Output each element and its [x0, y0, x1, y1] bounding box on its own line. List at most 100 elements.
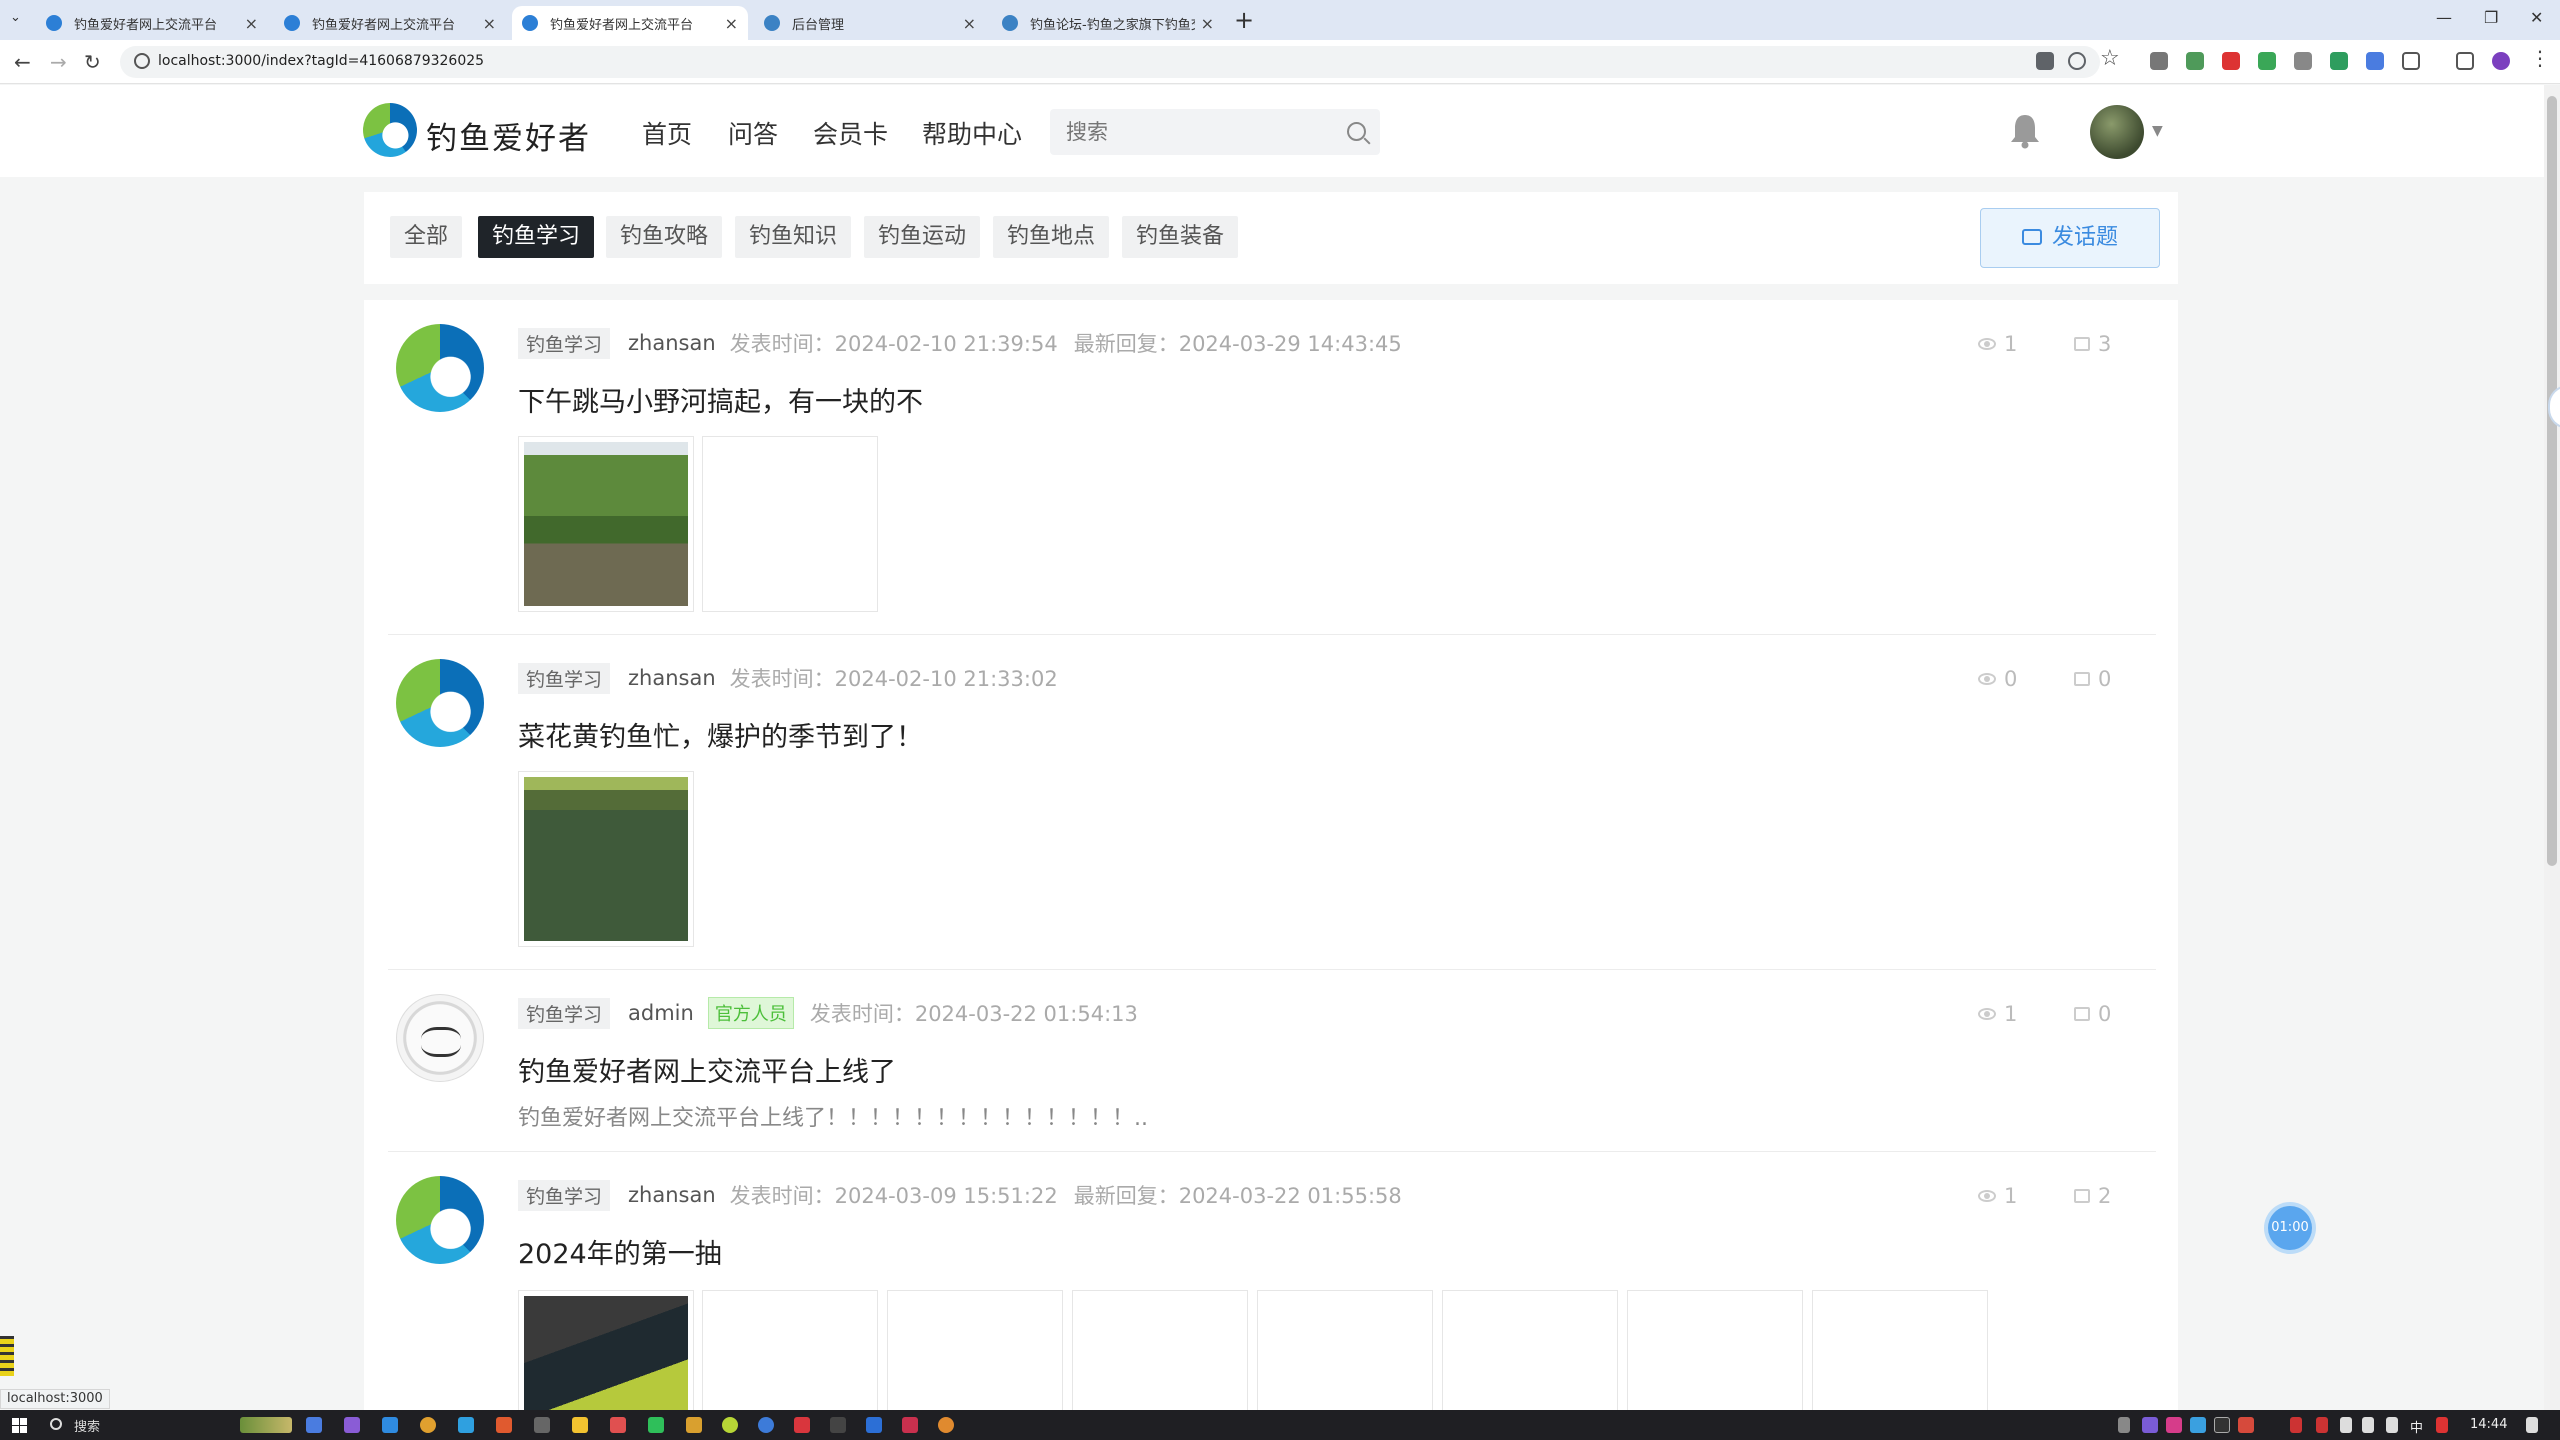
nav-home[interactable]: 首页 — [642, 115, 692, 151]
chrome-icon[interactable] — [420, 1417, 436, 1433]
post-title[interactable]: 下午跳马小野河搞起，有一块的不 — [518, 380, 923, 419]
site-logo-text[interactable]: 钓鱼爱好者 — [426, 113, 591, 158]
browser-menu-icon[interactable]: ⋮ — [2530, 46, 2550, 70]
url-text[interactable]: localhost:3000/index?tagId=4160687932602… — [158, 53, 484, 69]
terminal-icon[interactable] — [830, 1417, 846, 1433]
extensions-puzzle-icon[interactable] — [2402, 52, 2420, 70]
browser-tab-5[interactable]: 钓鱼论坛-钓鱼之家旗下钓鱼交 × — [992, 6, 1224, 40]
post-image-placeholder[interactable] — [887, 1290, 1063, 1410]
wechat-icon[interactable] — [648, 1417, 664, 1433]
site-logo-icon[interactable] — [363, 103, 417, 157]
post-item[interactable]: 钓鱼学习 zhansan 发表时间：2024-02-10 21:33:02 0 … — [388, 635, 2156, 970]
nav-qa[interactable]: 问答 — [728, 115, 778, 151]
app-icon[interactable] — [722, 1417, 738, 1433]
author-avatar[interactable] — [396, 994, 484, 1082]
back-arrow-icon[interactable]: ← — [14, 50, 31, 74]
window-close-icon[interactable]: ✕ — [2530, 8, 2543, 27]
category-fishing-guide[interactable]: 钓鱼攻略 — [606, 216, 723, 258]
author-avatar[interactable] — [396, 1176, 484, 1264]
close-icon[interactable]: × — [963, 14, 976, 33]
post-item[interactable]: 钓鱼学习 admin 官方人员 发表时间：2024-03-22 01:54:13… — [388, 970, 2156, 1152]
notification-bell-icon[interactable] — [2008, 113, 2042, 149]
post-image-placeholder[interactable] — [1257, 1290, 1433, 1410]
post-image-placeholder[interactable] — [1072, 1290, 1248, 1410]
network-icon[interactable] — [2362, 1417, 2374, 1433]
tray-app-icon[interactable] — [2436, 1417, 2448, 1433]
search-icon[interactable] — [50, 1418, 62, 1430]
tray-app-icon[interactable] — [2190, 1417, 2206, 1433]
new-tab-plus-icon[interactable]: + — [1234, 6, 1254, 34]
category-fishing-sport[interactable]: 钓鱼运动 — [864, 216, 981, 258]
minimize-icon[interactable]: — — [2436, 8, 2452, 27]
app-icon[interactable] — [938, 1417, 954, 1433]
category-fishing-gear[interactable]: 钓鱼装备 — [1122, 216, 1239, 258]
browser-tab-4[interactable]: 后台管理 × — [754, 6, 986, 40]
restore-icon[interactable]: ❐ — [2484, 8, 2498, 27]
post-tag[interactable]: 钓鱼学习 — [518, 1179, 611, 1211]
nav-membership-card[interactable]: 会员卡 — [813, 115, 888, 151]
post-image[interactable] — [518, 771, 694, 947]
close-icon[interactable]: × — [245, 14, 258, 33]
green-extension-icon[interactable] — [2258, 52, 2276, 70]
image-extension-icon[interactable] — [2186, 52, 2204, 70]
chevron-down-icon[interactable]: ▼ — [2152, 123, 2163, 139]
tray-app-icon[interactable] — [2340, 1417, 2352, 1433]
site-info-icon[interactable] — [134, 53, 150, 69]
taskbar-search[interactable]: 搜索 — [74, 1416, 100, 1435]
tray-app-icon[interactable] — [2316, 1417, 2328, 1433]
post-excerpt[interactable]: 钓鱼爱好者网上交流平台上线了！！！！！！！！！！！！！！.. — [518, 1100, 1148, 1132]
browser-tab-2[interactable]: 钓鱼爱好者网上交流平台 × — [274, 6, 506, 40]
post-image-placeholder[interactable] — [1627, 1290, 1803, 1410]
post-image[interactable] — [518, 1290, 694, 1410]
zoom-icon[interactable] — [2068, 52, 2086, 70]
post-tag[interactable]: 钓鱼学习 — [518, 327, 611, 359]
firefox-icon[interactable] — [496, 1417, 512, 1433]
category-fishing-knowledge[interactable]: 钓鱼知识 — [735, 216, 852, 258]
tray-app-icon[interactable] — [2214, 1417, 2230, 1433]
app-icon[interactable] — [758, 1417, 774, 1433]
close-icon[interactable]: × — [725, 14, 738, 33]
author-avatar[interactable] — [396, 659, 484, 747]
post-topic-button[interactable]: 发话题 — [1980, 208, 2160, 268]
reload-icon[interactable]: ↻ — [84, 50, 101, 74]
floating-timer[interactable]: 01:00 — [2268, 1206, 2312, 1250]
url-field[interactable]: localhost:3000/index?tagId=4160687932602… — [120, 46, 2100, 78]
post-title[interactable]: 菜花黄钓鱼忙，爆护的季节到了！ — [518, 715, 923, 754]
author-avatar[interactable] — [396, 324, 484, 412]
post-author[interactable]: zhansan — [628, 666, 716, 690]
post-image-placeholder[interactable] — [1442, 1290, 1618, 1410]
category-all[interactable]: 全部 — [390, 216, 463, 258]
input-method-indicator[interactable]: 中 — [2410, 1417, 2423, 1436]
copy-extension-icon[interactable] — [2294, 52, 2312, 70]
translate-extension-icon[interactable] — [2366, 52, 2384, 70]
search-input[interactable] — [1066, 119, 1326, 145]
profile-avatar-icon[interactable] — [2492, 52, 2510, 70]
vue-extension-icon[interactable] — [2330, 52, 2348, 70]
app-icon[interactable] — [534, 1417, 550, 1433]
post-tag[interactable]: 钓鱼学习 — [518, 662, 611, 694]
user-avatar[interactable] — [2090, 105, 2144, 159]
floating-widget-icon[interactable] — [0, 1336, 14, 1376]
scrollbar-thumb[interactable] — [2547, 96, 2557, 866]
post-image-placeholder[interactable] — [702, 436, 878, 612]
tray-app-icon[interactable] — [2238, 1417, 2254, 1433]
app-icon[interactable] — [458, 1417, 474, 1433]
app-icon[interactable] — [610, 1417, 626, 1433]
tray-chevron-icon[interactable] — [2118, 1417, 2130, 1433]
post-title[interactable]: 2024年的第一抽 — [518, 1232, 722, 1271]
app-icon[interactable] — [382, 1417, 398, 1433]
app-icon[interactable] — [794, 1417, 810, 1433]
tray-app-icon[interactable] — [2142, 1417, 2158, 1433]
post-author[interactable]: admin — [628, 1001, 694, 1025]
camera-extension-icon[interactable] — [2150, 52, 2168, 70]
browser-tab-1[interactable]: 钓鱼爱好者网上交流平台 × — [36, 6, 268, 40]
post-item[interactable]: 钓鱼学习 zhansan 发表时间：2024-03-09 15:51:22 最新… — [388, 1152, 2156, 1410]
search-icon[interactable] — [1347, 122, 1366, 141]
post-tag[interactable]: 钓鱼学习 — [518, 997, 611, 1029]
post-image-placeholder[interactable] — [702, 1290, 878, 1410]
file-explorer-icon[interactable] — [572, 1417, 588, 1433]
translate-icon[interactable] — [2036, 52, 2054, 70]
clock[interactable]: 14:44 — [2470, 1417, 2507, 1432]
app-icon[interactable] — [686, 1417, 702, 1433]
post-title[interactable]: 钓鱼爱好者网上交流平台上线了 — [518, 1050, 896, 1089]
